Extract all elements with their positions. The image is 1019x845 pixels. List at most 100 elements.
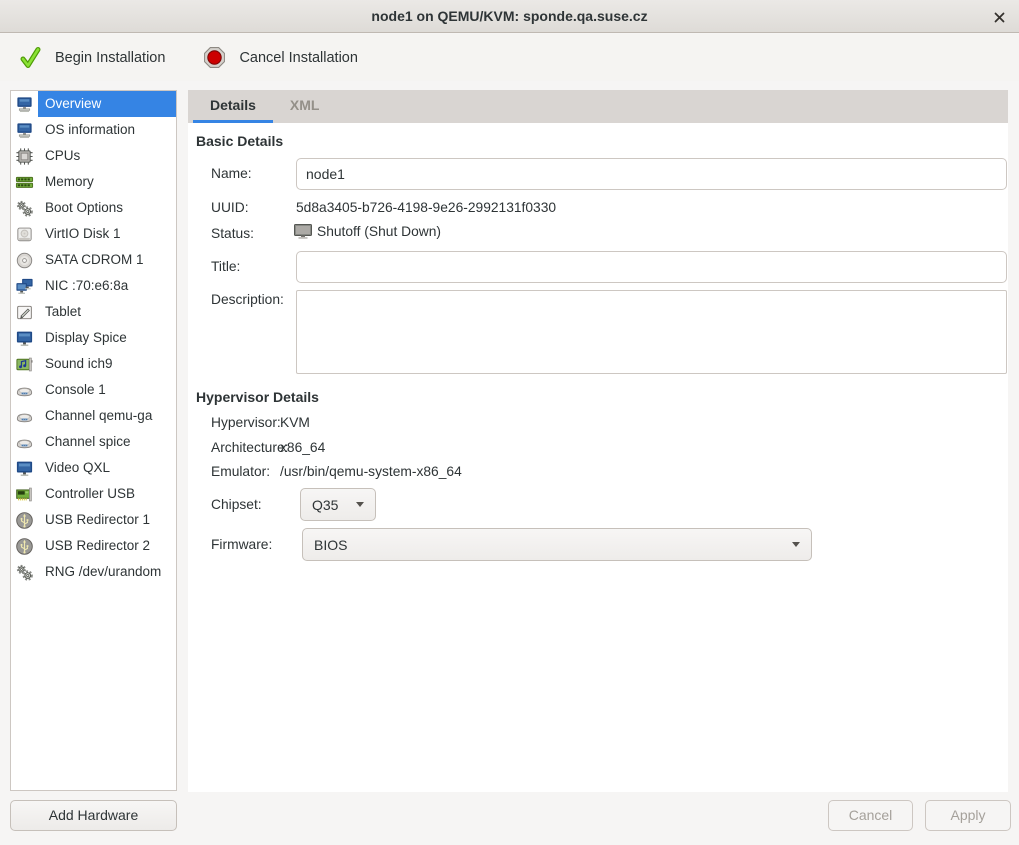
serial-device-icon [11, 429, 38, 455]
sidebar-item-cpus[interactable]: CPUs [11, 143, 176, 169]
sidebar-item-boot-options[interactable]: Boot Options [11, 195, 176, 221]
sidebar-item-overview[interactable]: Overview [11, 91, 176, 117]
sidebar-item-label: SATA CDROM 1 [38, 247, 176, 273]
sidebar-item-label: NIC :70:e6:8a [38, 273, 176, 299]
hypervisor-label: Hypervisor: [211, 415, 281, 430]
uuid-label: UUID: [211, 200, 249, 215]
begin-installation-label: Begin Installation [55, 50, 165, 66]
sidebar-list: OverviewOS informationCPUsMemoryBoot Opt… [10, 90, 177, 791]
cancel-installation-label: Cancel Installation [239, 50, 358, 66]
cancel-label: Cancel [849, 807, 893, 823]
firmware-value: BIOS [314, 537, 347, 553]
sidebar-item-video-qxl[interactable]: Video QXL [11, 455, 176, 481]
serial-device-icon [11, 377, 38, 403]
cancel-button[interactable]: Cancel [828, 800, 913, 831]
sidebar-item-label: RNG /dev/urandom [38, 559, 176, 585]
name-label: Name: [211, 166, 252, 181]
sidebar-item-memory[interactable]: Memory [11, 169, 176, 195]
sidebar-item-label: Channel qemu-ga [38, 403, 176, 429]
sidebar-item-rng-dev-urandom[interactable]: RNG /dev/urandom [11, 559, 176, 585]
sidebar-item-label: Channel spice [38, 429, 176, 455]
monitor-icon [11, 455, 38, 481]
sidebar-item-label: Display Spice [38, 325, 176, 351]
sidebar-item-label: Controller USB [38, 481, 176, 507]
architecture-value: x86_64 [280, 440, 325, 455]
add-hardware-label: Add Hardware [49, 807, 139, 823]
cpu-icon [11, 143, 38, 169]
sidebar-item-label: Memory [38, 169, 176, 195]
close-button[interactable] [987, 5, 1011, 29]
apply-label: Apply [950, 807, 985, 823]
sidebar-item-usb-redirector-1[interactable]: USB Redirector 1 [11, 507, 176, 533]
sidebar-item-label: USB Redirector 1 [38, 507, 176, 533]
green-check-icon [18, 46, 42, 70]
add-hardware-button[interactable]: Add Hardware [10, 800, 177, 831]
sidebar-item-label: OS information [38, 117, 176, 143]
sidebar-item-os-information[interactable]: OS information [11, 117, 176, 143]
network-icon [11, 273, 38, 299]
firmware-dropdown[interactable]: BIOS [302, 528, 812, 561]
status-label: Status: [211, 226, 254, 241]
sidebar-item-label: Boot Options [38, 195, 176, 221]
status-value: Shutoff (Shut Down) [317, 224, 441, 239]
title-input[interactable] [296, 251, 1007, 283]
toolbar: Begin Installation Cancel Installation [0, 34, 1019, 81]
cdrom-icon [11, 247, 38, 273]
gears-icon [11, 195, 38, 221]
description-textarea[interactable] [296, 290, 1007, 374]
titlebar: node1 on QEMU/KVM: sponde.qa.suse.cz [0, 0, 1019, 33]
emulator-value: /usr/bin/qemu-system-x86_64 [280, 464, 462, 479]
sidebar-item-virtio-disk-1[interactable]: VirtIO Disk 1 [11, 221, 176, 247]
sidebar-item-sound-ich9[interactable]: Sound ich9 [11, 351, 176, 377]
sidebar-item-label: Tablet [38, 299, 176, 325]
usb-icon [11, 533, 38, 559]
chipset-dropdown[interactable]: Q35 [300, 488, 376, 521]
sidebar-item-channel-qemu-ga[interactable]: Channel qemu-ga [11, 403, 176, 429]
sound-icon [11, 351, 38, 377]
sidebar-item-label: Console 1 [38, 377, 176, 403]
gears-icon [11, 559, 38, 585]
shutoff-monitor-icon [293, 221, 313, 241]
emulator-label: Emulator: [211, 464, 270, 479]
sidebar-item-usb-redirector-2[interactable]: USB Redirector 2 [11, 533, 176, 559]
sidebar-item-label: Sound ich9 [38, 351, 176, 377]
sidebar-item-display-spice[interactable]: Display Spice [11, 325, 176, 351]
chipset-label: Chipset: [211, 497, 262, 512]
chipset-value: Q35 [312, 497, 338, 513]
sidebar-item-channel-spice[interactable]: Channel spice [11, 429, 176, 455]
sidebar-item-tablet[interactable]: Tablet [11, 299, 176, 325]
sidebar-item-label: Overview [38, 91, 176, 117]
chevron-down-icon [792, 542, 800, 547]
details-panel: Basic Details Name: UUID: 5d8a3405-b726-… [188, 123, 1008, 792]
firmware-label: Firmware: [211, 537, 272, 552]
monitor-icon [11, 325, 38, 351]
sidebar-item-nic-70-e6-8a[interactable]: NIC :70:e6:8a [11, 273, 176, 299]
usb-icon [11, 507, 38, 533]
sidebar-item-sata-cdrom-1[interactable]: SATA CDROM 1 [11, 247, 176, 273]
architecture-label: Architecture: [211, 440, 288, 455]
window-title: node1 on QEMU/KVM: sponde.qa.suse.cz [0, 0, 1019, 33]
tab-details[interactable]: Details [193, 90, 273, 123]
uuid-value: 5d8a3405-b726-4198-9e26-2992131f0330 [296, 200, 556, 215]
computer-icon [11, 91, 38, 117]
sidebar-item-console-1[interactable]: Console 1 [11, 377, 176, 403]
cancel-installation-button[interactable]: Cancel Installation [195, 40, 366, 75]
serial-device-icon [11, 403, 38, 429]
title-label: Title: [211, 259, 240, 274]
apply-button[interactable]: Apply [925, 800, 1011, 831]
tablet-icon [11, 299, 38, 325]
sidebar-item-label: CPUs [38, 143, 176, 169]
sidebar-item-controller-usb[interactable]: Controller USB [11, 481, 176, 507]
sidebar-item-label: USB Redirector 2 [38, 533, 176, 559]
stop-icon [203, 46, 226, 69]
memory-icon [11, 169, 38, 195]
begin-installation-button[interactable]: Begin Installation [10, 40, 173, 76]
tabbar: Details XML [188, 90, 1008, 123]
name-input[interactable] [296, 158, 1007, 190]
chevron-down-icon [356, 502, 364, 507]
pci-card-icon [11, 481, 38, 507]
disk-icon [11, 221, 38, 247]
sidebar-item-label: Video QXL [38, 455, 176, 481]
tab-xml[interactable]: XML [273, 90, 337, 123]
hypervisor-details-header: Hypervisor Details [196, 389, 319, 405]
